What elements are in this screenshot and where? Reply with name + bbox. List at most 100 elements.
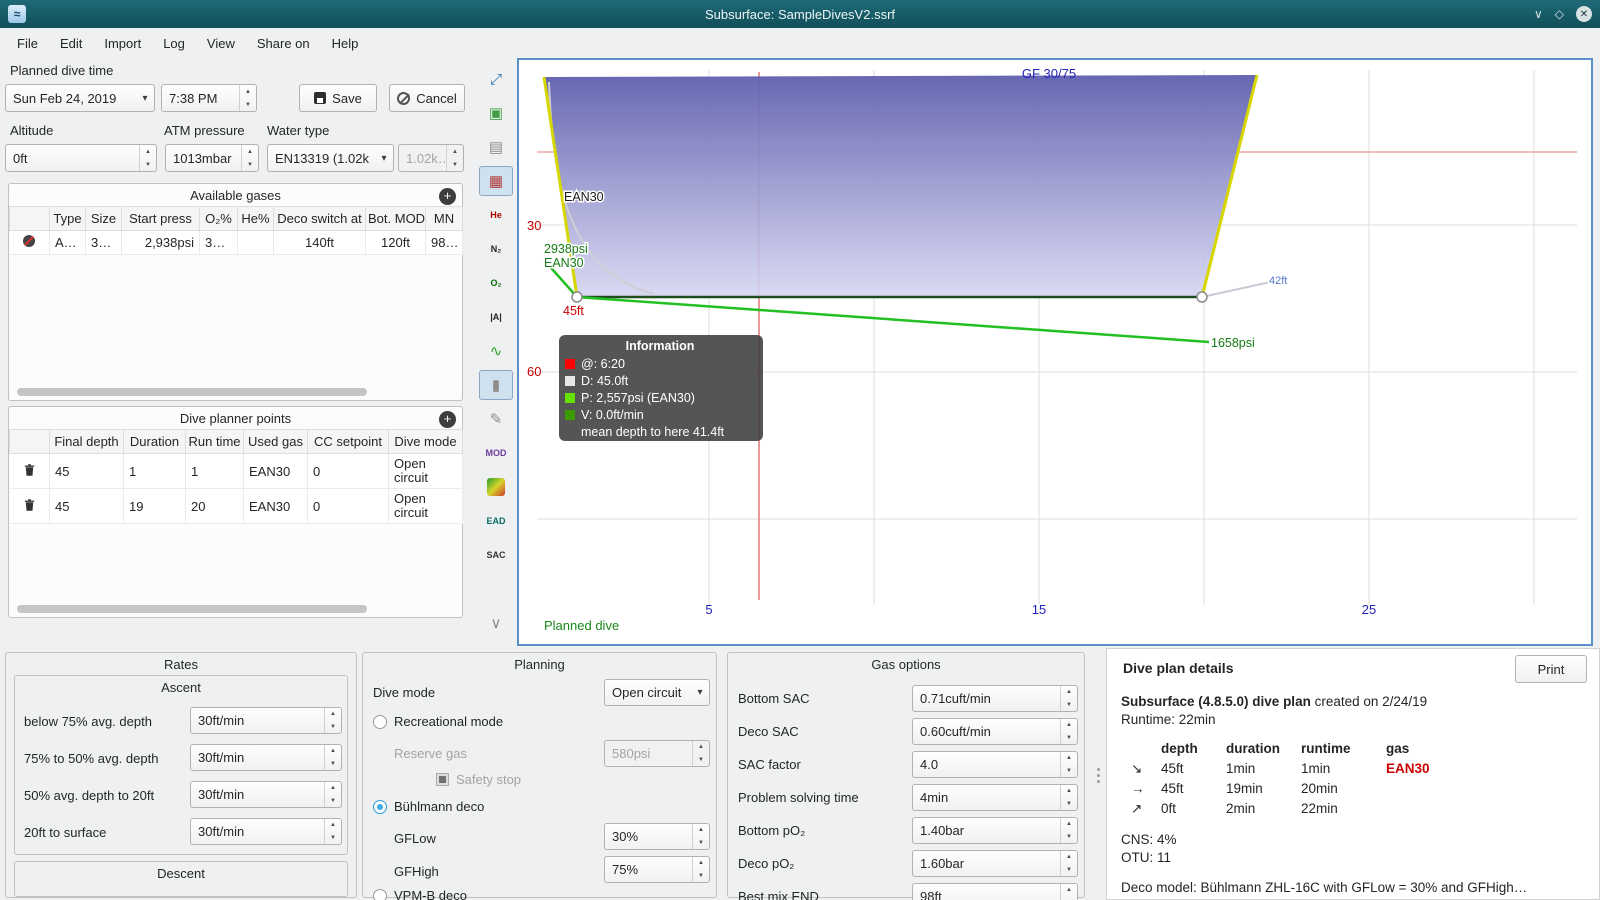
- water-type-label: Water type: [267, 123, 330, 138]
- planned-dive-label: Planned dive: [544, 618, 619, 633]
- sac-factor-label: SAC factor: [738, 757, 801, 772]
- density-spinner: 1.02k… ▲▼: [398, 144, 464, 172]
- close-icon[interactable]: ✕: [1576, 6, 1592, 22]
- points-table[interactable]: Final depth Duration Run time Used gas C…: [9, 429, 463, 524]
- time-spinner[interactable]: 7:38 PM ▲ ▼: [161, 84, 257, 112]
- bottom-sac-spinner[interactable]: 0.71cuft/min ▲ ▼: [912, 685, 1078, 712]
- rate-spinner-1[interactable]: 30ft/min ▲ ▼: [190, 707, 342, 734]
- profile-scale-icon[interactable]: ⤢: [479, 64, 513, 94]
- add-point-button[interactable]: +: [439, 411, 456, 428]
- tankbar-icon[interactable]: ▮: [479, 370, 513, 400]
- ruler-icon[interactable]: ✎: [479, 404, 513, 434]
- maximize-icon[interactable]: ◇: [1555, 7, 1564, 21]
- pp-helium-icon[interactable]: He: [479, 200, 513, 230]
- points-header-setpoint[interactable]: CC setpoint: [307, 429, 389, 454]
- dive-mode-combo[interactable]: Open circuit ▾: [604, 679, 710, 706]
- water-type-combo[interactable]: EN13319 (1.02k ▾: [267, 144, 394, 172]
- add-gas-button[interactable]: +: [439, 188, 456, 205]
- altitude-spinner[interactable]: 0ft ▲ ▼: [5, 144, 157, 172]
- points-header-gas[interactable]: Used gas: [243, 429, 308, 454]
- points-header-mode[interactable]: Dive mode: [388, 429, 463, 454]
- gases-header-startpress[interactable]: Start press: [121, 206, 200, 231]
- tooltip-title: Information: [625, 339, 695, 353]
- toolbar-more-chevron-icon[interactable]: ∨: [479, 608, 513, 638]
- tissues-icon[interactable]: |A|: [479, 302, 513, 332]
- rate-spinner-4[interactable]: 30ft/min ▲ ▼: [190, 818, 342, 845]
- planning-title: Planning: [514, 657, 565, 672]
- safety-stop-checkbox[interactable]: [436, 773, 449, 786]
- date-combo[interactable]: Sun Feb 24, 2019 ▾: [5, 84, 155, 112]
- buhlmann-radio[interactable]: [373, 800, 387, 814]
- sac-colormap-icon[interactable]: [479, 472, 513, 502]
- trash-icon[interactable]: [23, 498, 36, 512]
- waypoint-handle[interactable]: [1196, 291, 1208, 303]
- gases-header-type[interactable]: Type: [49, 206, 86, 231]
- minimize-icon[interactable]: ∨: [1534, 7, 1543, 21]
- cancel-button[interactable]: Cancel: [389, 84, 465, 112]
- menu-share-on[interactable]: Share on: [246, 31, 321, 56]
- splitter-handle[interactable]: [1096, 652, 1101, 898]
- points-hscrollbar[interactable]: [17, 605, 367, 613]
- problem-time-spinner[interactable]: 4min ▲ ▼: [912, 784, 1078, 811]
- save-button[interactable]: Save: [299, 84, 377, 112]
- chevron-down-icon: ▾: [697, 687, 703, 698]
- points-row[interactable]: 45 1 1 EAN30 0 Open circuit: [9, 453, 463, 489]
- waypoint-handle[interactable]: [571, 291, 583, 303]
- best-mix-end-spinner[interactable]: 98ft▲▼: [912, 883, 1078, 900]
- calculated-ceiling-icon[interactable]: ▦: [479, 166, 513, 196]
- planning-panel: Planning Dive mode Open circuit ▾ Recrea…: [362, 652, 717, 900]
- gases-header-decoswitch[interactable]: Deco switch at: [273, 206, 366, 231]
- gases-hscrollbar[interactable]: [17, 388, 367, 396]
- remove-cylinder-icon[interactable]: [22, 234, 36, 248]
- deco-po2-spinner[interactable]: 1.60bar ▲ ▼: [912, 850, 1078, 877]
- gases-header-mnd[interactable]: MN: [425, 206, 463, 231]
- spinner-arrows-icon[interactable]: ▲ ▼: [239, 85, 256, 111]
- menu-import[interactable]: Import: [93, 31, 152, 56]
- gas-options-panel: Gas options Bottom SAC Deco SAC SAC fact…: [727, 652, 1085, 900]
- dive-profile-area: [544, 75, 1257, 297]
- recreational-radio[interactable]: [373, 715, 387, 729]
- points-header-duration[interactable]: Duration: [123, 429, 186, 454]
- information-tooltip[interactable]: Information @: 6:20 D: 45.0ft P: 2,557ps…: [559, 335, 763, 441]
- mod-icon[interactable]: MOD: [479, 438, 513, 468]
- menu-help[interactable]: Help: [321, 31, 370, 56]
- menu-file[interactable]: File: [6, 31, 49, 56]
- menu-log[interactable]: Log: [152, 31, 196, 56]
- profile-photos-icon[interactable]: ▣: [479, 98, 513, 128]
- reserve-gas-label: Reserve gas: [394, 746, 467, 761]
- titlebar[interactable]: ≈ Subsurface: SampleDivesV2.ssrf ∨ ◇ ✕: [0, 0, 1600, 28]
- rate-spinner-3[interactable]: 30ft/min ▲ ▼: [190, 781, 342, 808]
- gflow-spinner[interactable]: 30% ▲ ▼: [604, 823, 710, 850]
- menu-edit[interactable]: Edit: [49, 31, 93, 56]
- gfhigh-spinner[interactable]: 75% ▲ ▼: [604, 856, 710, 883]
- gases-header-size[interactable]: Size: [85, 206, 122, 231]
- menu-view[interactable]: View: [196, 31, 246, 56]
- sac-factor-spinner[interactable]: 4.0 ▲ ▼: [912, 751, 1078, 778]
- sac-icon[interactable]: SAC: [479, 540, 513, 570]
- rate-spinner-2[interactable]: 30ft/min ▲ ▼: [190, 744, 342, 771]
- subsurface-window: ≈ Subsurface: SampleDivesV2.ssrf ∨ ◇ ✕ F…: [0, 0, 1600, 900]
- best-mix-end-label: Best mix END: [738, 889, 819, 900]
- pp-oxygen-icon[interactable]: O₂: [479, 268, 513, 298]
- dc-ceiling-icon[interactable]: ▤: [479, 132, 513, 162]
- ead-icon[interactable]: EAD: [479, 506, 513, 536]
- gases-header-botmod[interactable]: Bot. MOD: [365, 206, 426, 231]
- points-row[interactable]: 45 19 20 EAN30 0 Open circuit: [9, 488, 463, 524]
- vpmb-radio[interactable]: [373, 889, 387, 900]
- print-button[interactable]: Print: [1515, 655, 1587, 683]
- gases-header-he[interactable]: He%: [237, 206, 274, 231]
- atm-pressure-spinner[interactable]: 1013mbar ▲ ▼: [165, 144, 259, 172]
- safety-stop-label: Safety stop: [456, 772, 522, 787]
- gases-table[interactable]: Type Size Start press O₂% He% Deco switc…: [9, 206, 463, 255]
- deco-sac-spinner[interactable]: 0.60cuft/min ▲ ▼: [912, 718, 1078, 745]
- pp-nitrogen-icon[interactable]: N₂: [479, 234, 513, 264]
- bottom-po2-spinner[interactable]: 1.40bar ▲ ▼: [912, 817, 1078, 844]
- menubar: File Edit Import Log View Share on Help: [0, 28, 1600, 58]
- points-header-depth[interactable]: Final depth: [49, 429, 124, 454]
- gases-row[interactable]: A… 3… 2,938psi 3… 140ft 120ft 98…: [9, 230, 463, 255]
- points-header-runtime[interactable]: Run time: [185, 429, 244, 454]
- gases-header-o2[interactable]: O₂%: [199, 206, 238, 231]
- trash-icon[interactable]: [23, 463, 36, 477]
- heartrate-icon[interactable]: ∿: [479, 336, 513, 366]
- dive-profile-chart[interactable]: GF 30/75 30 60 5 15 25 EAN30 2938psi EAN…: [517, 58, 1593, 646]
